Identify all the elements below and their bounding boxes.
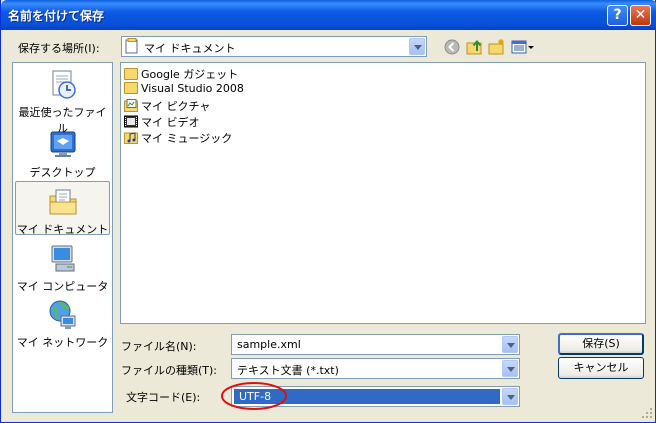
place-label-desktop: デスクトップ <box>29 166 96 179</box>
filename-label: ファイル名(N): <box>121 340 197 353</box>
my-network-icon <box>47 299 79 331</box>
chevron-down-icon[interactable] <box>502 336 518 353</box>
chevron-down-icon[interactable] <box>409 38 425 55</box>
window-title: 名前を付けて保存 <box>8 9 105 23</box>
desktop-icon <box>47 129 79 161</box>
my-pictures-folder-icon <box>124 99 138 112</box>
new-folder-icon[interactable] <box>488 38 506 56</box>
chevron-down-icon[interactable] <box>502 388 518 405</box>
place-desktop[interactable]: デスクトップ <box>15 129 110 179</box>
file-list[interactable]: Google ガジェット Visual Studio 2008 マイ ピクチャ … <box>120 62 646 324</box>
close-button[interactable]: ✕ <box>630 5 651 26</box>
cancel-button[interactable]: キャンセル <box>558 357 644 379</box>
filetype-label: ファイルの種類(T): <box>121 364 218 377</box>
my-documents-icon <box>47 186 79 218</box>
place-label-my-computer: マイ コンピュータ <box>16 280 109 293</box>
list-item[interactable]: マイ ミュージック <box>124 130 232 146</box>
resize-grip-icon[interactable] <box>640 406 654 420</box>
my-music-folder-icon <box>124 131 138 144</box>
place-my-computer[interactable]: マイ コンピュータ <box>15 243 110 293</box>
place-label-my-network: マイ ネットワーク <box>16 336 109 349</box>
my-computer-icon <box>47 243 79 275</box>
save-in-label: 保存する場所(I): <box>18 42 100 55</box>
view-menu-icon[interactable] <box>511 38 535 56</box>
place-recent[interactable]: 最近使ったファイル <box>15 69 110 135</box>
annotation-circle <box>221 382 287 410</box>
place-my-documents[interactable]: マイ ドキュメント <box>15 181 110 236</box>
back-icon[interactable] <box>443 38 461 56</box>
encoding-label: 文字コード(E): <box>126 391 201 404</box>
place-my-network[interactable]: マイ ネットワーク <box>15 299 110 349</box>
my-documents-small-icon <box>125 38 139 54</box>
up-folder-icon[interactable] <box>466 38 484 56</box>
folder-icon <box>124 68 138 80</box>
filename-input[interactable]: sample.xml <box>231 334 520 355</box>
save-in-value: マイ ドキュメント <box>144 42 236 55</box>
save-in-dropdown[interactable]: マイ ドキュメント <box>121 36 427 57</box>
save-button[interactable]: 保存(S) <box>558 333 644 355</box>
list-item[interactable]: マイ ビデオ <box>124 114 200 130</box>
list-item[interactable]: Visual Studio 2008 <box>124 82 244 98</box>
places-bar: 最近使ったファイル デスクトップ マイ ドキュメント マイ コンピュータ マイ … <box>12 62 113 413</box>
place-label-my-documents: マイ ドキュメント <box>16 223 109 236</box>
help-button[interactable]: ? <box>607 5 628 26</box>
folder-icon <box>124 82 138 94</box>
save-as-dialog: 名前を付けて保存 ? ✕ 保存する場所(I): マイ ドキュメント 最近使ったフ… <box>0 0 656 423</box>
filetype-value: テキスト文書 (*.txt) <box>237 364 339 377</box>
recent-documents-icon <box>47 69 79 101</box>
filetype-dropdown[interactable]: テキスト文書 (*.txt) <box>231 358 520 379</box>
title-bar[interactable]: 名前を付けて保存 ? ✕ <box>1 0 656 30</box>
filename-value: sample.xml <box>237 338 301 351</box>
my-videos-folder-icon <box>124 115 138 128</box>
list-item[interactable]: マイ ピクチャ <box>124 98 210 114</box>
chevron-down-icon[interactable] <box>502 360 518 377</box>
list-item[interactable]: Google ガジェット <box>124 66 238 82</box>
